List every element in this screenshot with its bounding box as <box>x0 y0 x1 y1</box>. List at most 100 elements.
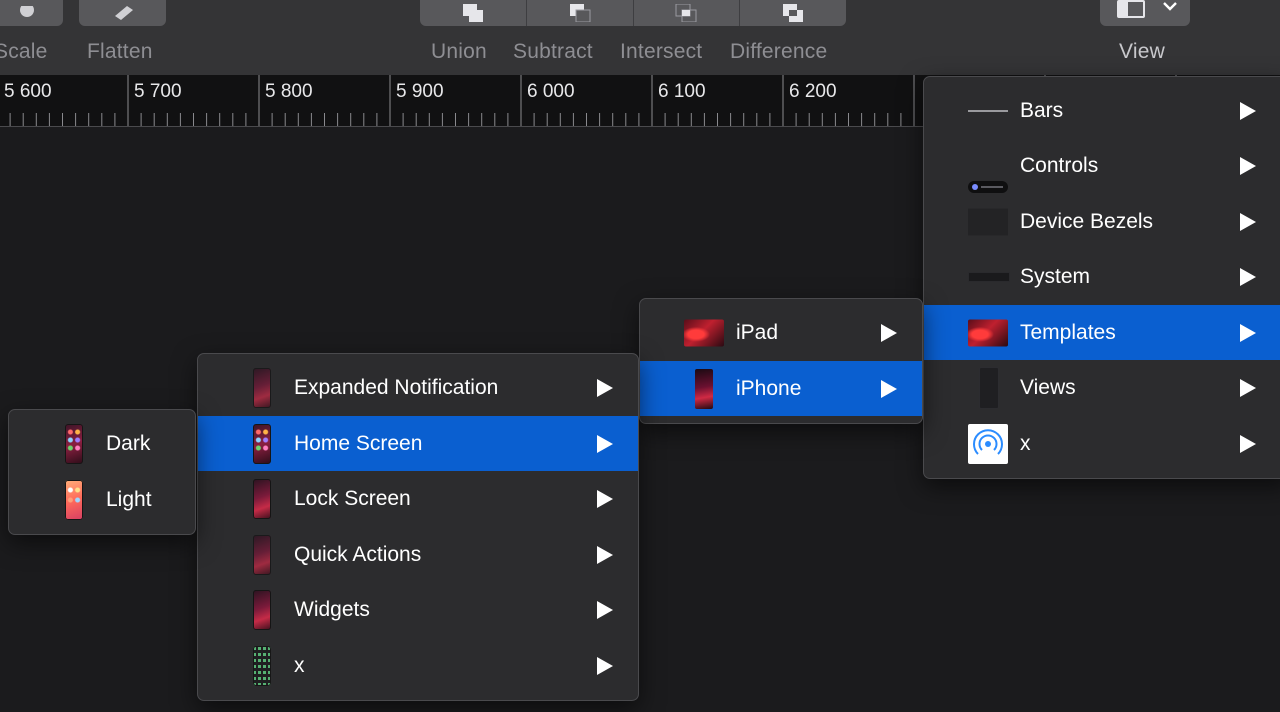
library-menu: Bars Controls Device Bezels System Templ… <box>923 76 1280 479</box>
controls-thumb-icon <box>968 181 1008 193</box>
templates-thumb-icon <box>968 319 1008 346</box>
menu-item-controls[interactable]: Controls <box>924 138 1280 193</box>
view-label: View <box>1119 40 1165 63</box>
ruler-label-5900: 5 900 <box>396 81 444 102</box>
ruler-label-6000: 6 000 <box>527 81 575 102</box>
submenu-arrow-icon <box>1240 378 1256 397</box>
menu-item-system[interactable]: System <box>924 249 1280 304</box>
menu-item-x[interactable]: x <box>924 416 1280 471</box>
airdrop-icon <box>968 423 1008 464</box>
variant-menu: Dark Light <box>8 409 196 535</box>
bezel-thumb-icon <box>968 208 1008 235</box>
toolbar: Scale Flatten Union Subtract Intersect D… <box>0 0 1280 75</box>
subtract-button[interactable] <box>527 0 634 26</box>
ipad-thumb-icon <box>684 319 724 346</box>
submenu-arrow-icon <box>1240 323 1256 342</box>
menu-item-lock-screen[interactable]: Lock Screen <box>198 471 638 526</box>
menu-item-views[interactable]: Views <box>924 360 1280 415</box>
menu-item-bars[interactable]: Bars <box>924 83 1280 138</box>
menu-item-widgets[interactable]: Widgets <box>198 582 638 637</box>
menu-item-label: Light <box>106 487 152 511</box>
difference-button[interactable] <box>740 0 846 26</box>
submenu-arrow-icon <box>597 545 613 564</box>
flatten-label: Flatten <box>87 40 153 63</box>
union-label: Union <box>431 40 487 63</box>
flatten-button[interactable] <box>79 0 166 26</box>
submenu-arrow-icon <box>597 600 613 619</box>
sidebar-view-icon <box>1117 0 1145 18</box>
menu-item-label: iPad <box>736 320 779 344</box>
submenu-arrow-icon <box>597 378 613 397</box>
menu-item-label: Widgets <box>294 597 370 621</box>
menu-item-iphone[interactable]: iPhone <box>640 361 922 416</box>
menu-item-label: Device Bezels <box>1020 209 1154 233</box>
intersect-icon <box>675 4 697 22</box>
menu-item-quick-actions[interactable]: Quick Actions <box>198 527 638 582</box>
menu-item-home-screen[interactable]: Home Screen <box>198 416 638 471</box>
view-button[interactable] <box>1100 0 1190 26</box>
menu-item-label: Lock Screen <box>294 486 411 510</box>
phone-home-icon <box>253 423 271 464</box>
boolean-ops-group <box>420 0 846 26</box>
menu-item-label: iPhone <box>736 376 802 400</box>
ruler-label-5600: 5 600 <box>4 81 52 102</box>
submenu-arrow-icon <box>1240 434 1256 453</box>
union-icon <box>462 4 483 22</box>
ruler-label-5700: 5 700 <box>134 81 182 102</box>
menu-item-label: Dark <box>106 431 151 455</box>
ruler-label-6100: 6 100 <box>658 81 706 102</box>
subtract-label: Subtract <box>513 40 593 63</box>
menu-item-x[interactable]: x <box>198 638 638 693</box>
menu-item-label: Home Screen <box>294 431 423 455</box>
submenu-arrow-icon <box>1240 267 1256 286</box>
phone-home-dark-icon <box>65 423 83 464</box>
system-thumb-icon <box>968 271 1010 282</box>
phone-thumb-icon <box>253 534 271 575</box>
submenu-arrow-icon <box>597 656 613 675</box>
menu-item-light[interactable]: Light <box>9 472 195 527</box>
union-button[interactable] <box>420 0 527 26</box>
phone-thumb-icon <box>253 367 271 408</box>
chevron-down-icon <box>1163 2 1177 11</box>
scale-button[interactable] <box>0 0 63 26</box>
phone-home-light-icon <box>65 479 83 520</box>
flatten-icon <box>114 6 133 20</box>
scale-label: Scale <box>0 40 48 63</box>
menu-item-templates[interactable]: Templates <box>924 305 1280 360</box>
submenu-arrow-icon <box>597 489 613 508</box>
intersect-label: Intersect <box>620 40 703 63</box>
menu-item-dark[interactable]: Dark <box>9 416 195 471</box>
subtract-icon <box>569 4 591 22</box>
submenu-arrow-icon <box>597 434 613 453</box>
iphone-thumb-icon <box>695 368 713 409</box>
menu-item-ipad[interactable]: iPad <box>640 305 922 360</box>
menu-item-expanded-notification[interactable]: Expanded Notification <box>198 360 638 415</box>
menu-item-label: System <box>1020 264 1091 288</box>
phone-thumb-icon <box>253 589 271 630</box>
submenu-arrow-icon <box>881 323 897 342</box>
phone-grid-icon <box>253 645 271 686</box>
difference-label: Difference <box>730 40 828 63</box>
devices-menu: iPad iPhone <box>639 298 923 424</box>
menu-item-label: Bars <box>1020 98 1064 122</box>
views-thumb-icon <box>979 366 999 409</box>
submenu-arrow-icon <box>1240 101 1256 120</box>
menu-item-label: Views <box>1020 375 1076 399</box>
intersect-button[interactable] <box>634 0 741 26</box>
scale-icon <box>19 6 34 17</box>
menu-item-label: Expanded Notification <box>294 375 499 399</box>
ruler-label-5800: 5 800 <box>265 81 313 102</box>
submenu-arrow-icon <box>1240 212 1256 231</box>
menu-item-label: Controls <box>1020 153 1099 177</box>
ruler-label-6200: 6 200 <box>789 81 837 102</box>
bars-thumb-icon <box>968 109 1008 112</box>
menu-item-label: Quick Actions <box>294 542 422 566</box>
menu-item-device-bezels[interactable]: Device Bezels <box>924 194 1280 249</box>
difference-icon <box>783 4 804 22</box>
menu-item-label: x <box>1020 431 1031 455</box>
submenu-arrow-icon <box>1240 156 1256 175</box>
submenu-arrow-icon <box>881 379 897 398</box>
menu-item-label: Templates <box>1020 320 1116 344</box>
menu-item-label: x <box>294 653 305 677</box>
phone-thumb-icon <box>253 478 271 519</box>
